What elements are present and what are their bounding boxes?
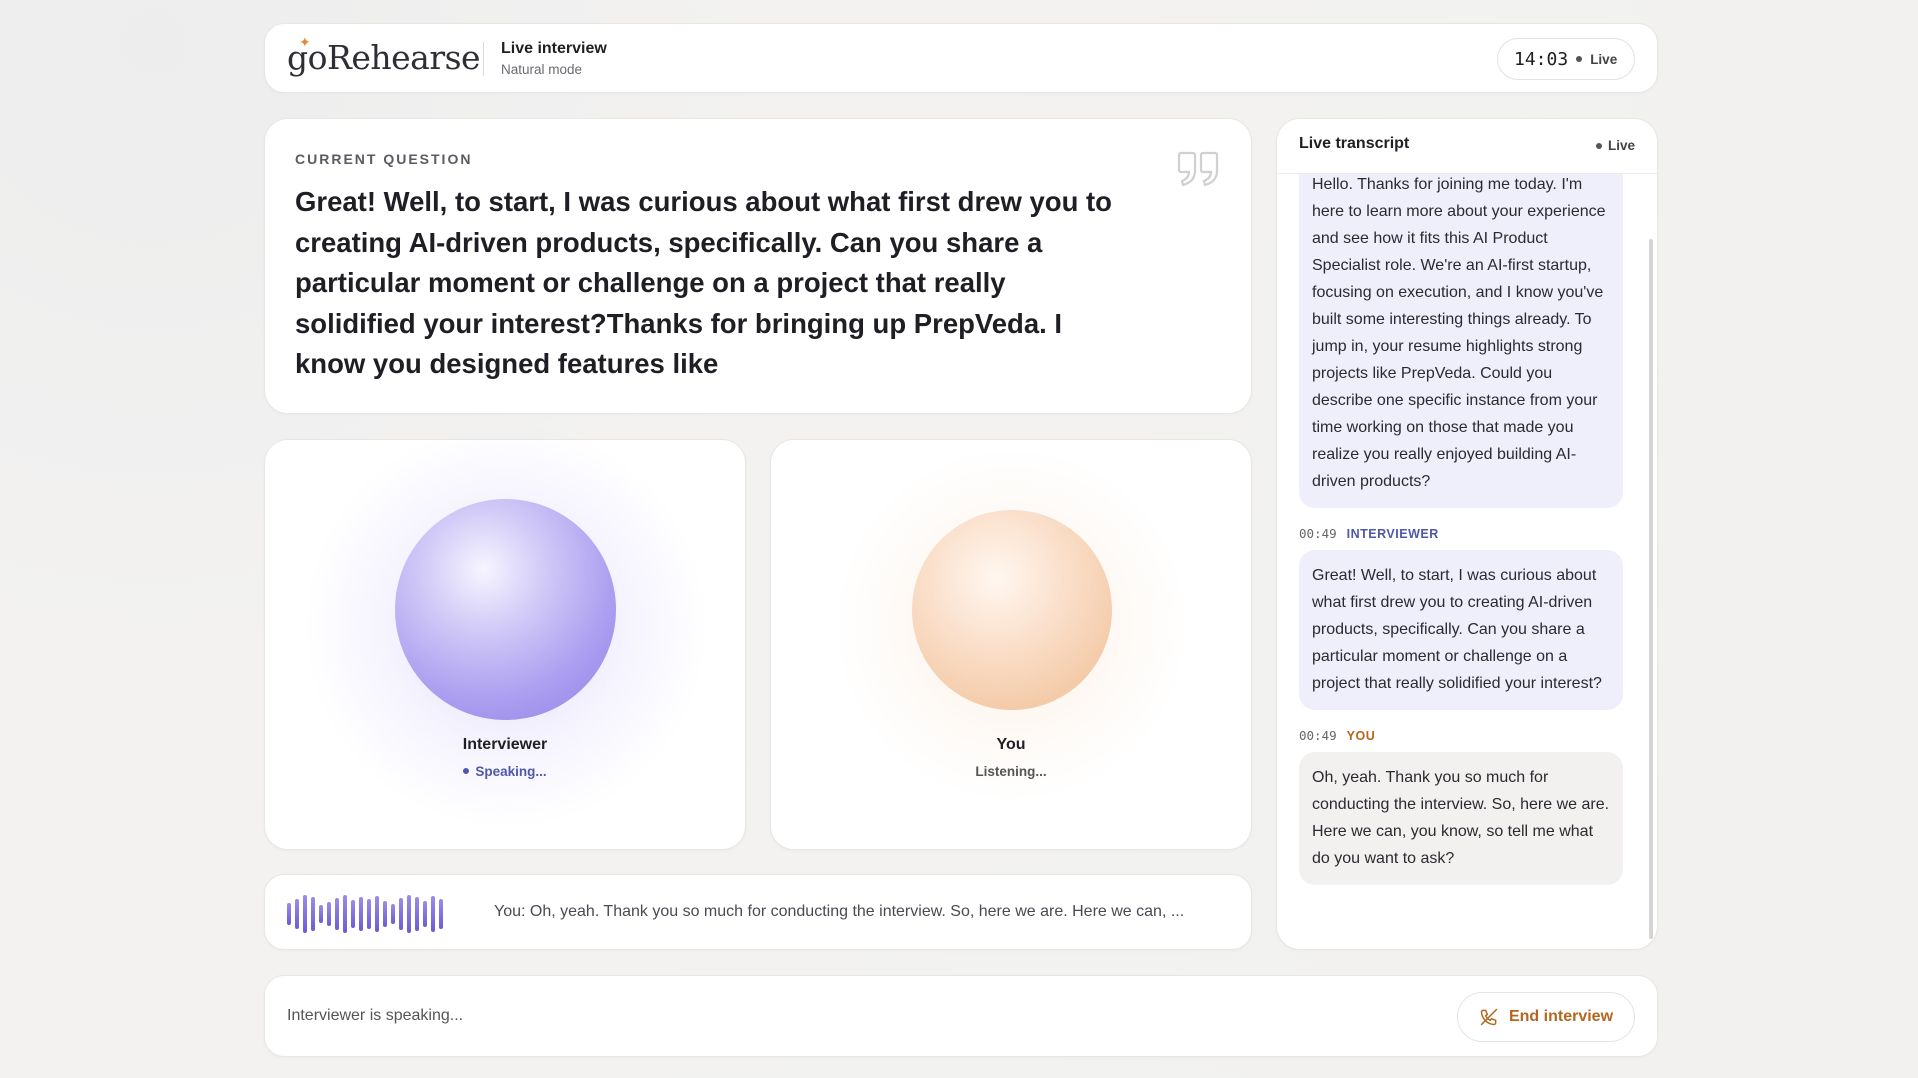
live-caption-text: You: Oh, yeah. Thank you so much for con… <box>494 903 1185 920</box>
transcript-live-indicator: Live <box>1595 138 1635 153</box>
transcript-title: Live transcript <box>1299 135 1410 152</box>
spark-icon: ✦ <box>299 35 311 51</box>
live-caption-bar: You: Oh, yeah. Thank you so much for con… <box>264 874 1252 950</box>
transcript-message: Hello. Thanks for joining me today. I'm … <box>1299 159 1623 508</box>
speaking-status: Interviewer is speaking... <box>287 1007 464 1024</box>
transcript-header: Live transcript Live <box>1277 119 1657 174</box>
transcript-scrollbar[interactable] <box>1649 239 1653 939</box>
transcript-message: Great! Well, to start, I was curious abo… <box>1299 550 1623 710</box>
speaking-dot-icon <box>463 768 470 775</box>
audio-waveform-icon <box>287 895 443 933</box>
message-timestamp: 00:49 <box>1299 526 1337 541</box>
interviewer-name: Interviewer <box>462 736 548 753</box>
transcript-messages: Hello. Thanks for joining me today. I'm … <box>1299 159 1623 885</box>
interviewer-status: Speaking... <box>265 764 745 779</box>
session-mode: Natural mode <box>501 62 583 77</box>
live-indicator: Live <box>1590 51 1618 67</box>
end-interview-button[interactable]: End interview <box>1457 992 1635 1042</box>
phone-off-icon <box>1480 1008 1498 1026</box>
message-meta: 00:49 YOU <box>1299 728 1623 743</box>
you-orb <box>912 510 1112 710</box>
you-status: Listening... <box>975 764 1047 779</box>
top-header: ✦ goRehearse Live interview Natural mode… <box>264 23 1658 93</box>
message-speaker: INTERVIEWER <box>1346 526 1439 541</box>
live-transcript-panel[interactable]: Live transcript Live Hello. Thanks for j… <box>1276 118 1658 950</box>
gorehearse-logo: ✦ goRehearse <box>287 35 481 77</box>
message-speaker: YOU <box>1346 728 1376 743</box>
you-card: You Listening... <box>770 439 1252 850</box>
timer-pill: 14:03 Live <box>1497 38 1635 80</box>
question-label: CURRENT QUESTION <box>295 151 473 167</box>
end-interview-label: End interview <box>1508 1008 1614 1025</box>
interviewer-card: Interviewer Speaking... <box>264 416 746 850</box>
current-question-card: CURRENT QUESTION Great! Well, to start, … <box>264 118 1252 414</box>
session-title: Live interview <box>501 40 607 57</box>
live-dot-icon <box>1576 56 1583 62</box>
quote-icon <box>1177 151 1219 187</box>
live-dot-icon <box>1595 142 1602 149</box>
question-text: Great! Well, to start, I was curious abo… <box>295 186 1112 379</box>
transcript-message: Oh, yeah. Thank you so much for conducti… <box>1299 752 1623 885</box>
interviewer-orb <box>395 499 616 720</box>
elapsed-timer: 14:03 <box>1514 48 1569 70</box>
message-meta: 00:49 INTERVIEWER <box>1299 526 1623 541</box>
header-divider <box>483 42 484 76</box>
message-timestamp: 00:49 <box>1299 728 1337 743</box>
you-name: You <box>996 736 1026 753</box>
bottom-status-bar: Interviewer is speaking... End interview <box>264 975 1658 1057</box>
